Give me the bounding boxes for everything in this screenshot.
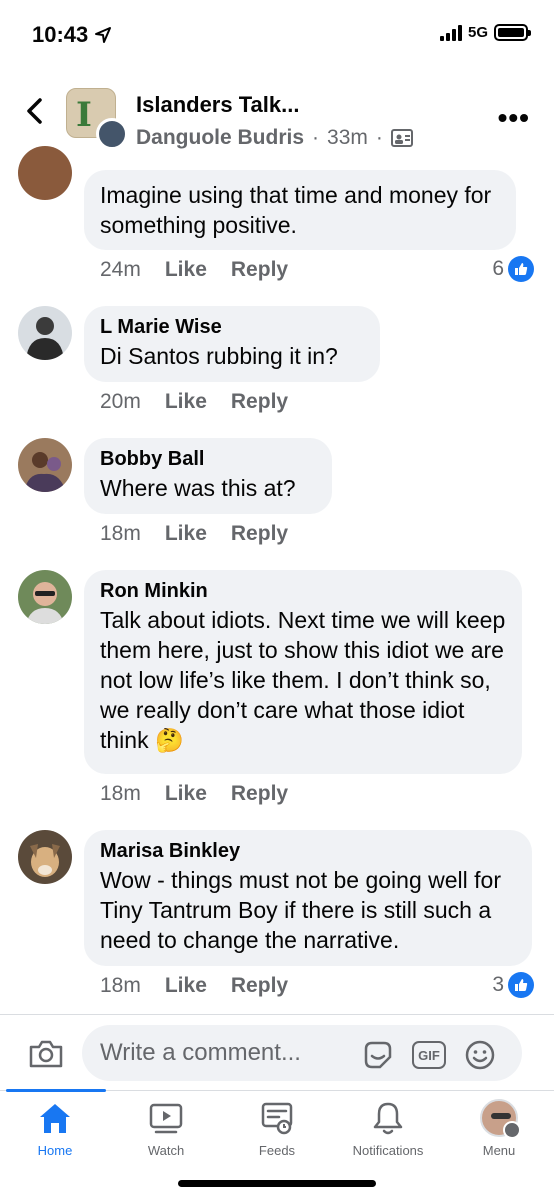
gif-button[interactable]: GIF — [412, 1041, 446, 1069]
like-button[interactable]: Like — [165, 522, 207, 546]
comment-actions: 20m Like Reply — [100, 390, 288, 414]
like-button[interactable]: Like — [165, 390, 207, 414]
comment-bubble: Imagine using that time and money for so… — [84, 170, 516, 250]
comment-age: 18m — [100, 974, 141, 997]
tab-label: Notifications — [352, 1143, 424, 1158]
status-bar: 10:43 5G — [0, 0, 554, 70]
commenter-name[interactable]: Ron Minkin — [100, 580, 506, 603]
menu-avatar-icon — [480, 1099, 521, 1139]
audience-icon — [390, 129, 413, 147]
thumbs-up-icon — [508, 256, 534, 282]
network-type: 5G — [467, 24, 488, 41]
tab-label: Home — [37, 1143, 73, 1158]
composer-icons: GIF — [362, 1039, 496, 1071]
location-arrow-icon — [95, 27, 112, 43]
comment-bubble: Ron Minkin Talk about idiots. Next time … — [84, 570, 522, 774]
comment-actions: 24m Like Reply — [100, 258, 288, 282]
comment-age: 20m — [100, 390, 141, 413]
comment-age: 18m — [100, 522, 141, 545]
reaction-count-text: 3 — [492, 973, 504, 996]
reply-button[interactable]: Reply — [231, 258, 288, 282]
commenter-avatar[interactable] — [18, 146, 72, 200]
tab-menu[interactable]: Menu — [444, 1099, 554, 1158]
reaction-count-text: 6 — [492, 257, 504, 280]
commenter-name[interactable]: L Marie Wise — [100, 316, 364, 339]
camera-icon[interactable] — [28, 1039, 64, 1069]
tab-notifications[interactable]: Notifications — [333, 1099, 443, 1158]
post-meta: Danguole Budris · 33m · — [136, 126, 413, 150]
tab-watch[interactable]: Watch — [111, 1099, 221, 1158]
reaction-count[interactable]: 6 — [492, 256, 534, 282]
tab-label: Menu — [482, 1143, 516, 1158]
commenter-avatar[interactable] — [18, 830, 72, 884]
author-name[interactable]: Danguole Budris — [136, 126, 304, 150]
post-age: 33m — [327, 126, 368, 149]
signal-icon — [439, 24, 462, 41]
comment-actions: 18m Like Reply — [100, 782, 288, 806]
reply-button[interactable]: Reply — [231, 782, 288, 806]
commenter-name[interactable]: Marisa Binkley — [100, 840, 516, 863]
comment-age: 24m — [100, 258, 141, 281]
emoji-icon[interactable] — [464, 1039, 496, 1071]
post-header: Islanders Talk... Danguole Budris · 33m … — [0, 78, 554, 168]
watch-icon — [149, 1103, 183, 1134]
group-title[interactable]: Islanders Talk... — [136, 92, 299, 118]
active-tab-indicator — [6, 1089, 106, 1092]
feeds-icon — [261, 1102, 293, 1135]
commenter-name[interactable]: Bobby Ball — [100, 448, 316, 471]
commenter-avatar[interactable] — [18, 306, 72, 360]
comment-bubble: Marisa Binkley Wow - things must not be … — [84, 830, 532, 966]
tab-label: Feeds — [258, 1143, 296, 1158]
status-indicators: 5G — [439, 24, 531, 41]
comment-age: 18m — [100, 782, 141, 805]
like-button[interactable]: Like — [165, 974, 207, 998]
reaction-count[interactable]: 3 — [492, 972, 534, 998]
tab-feeds[interactable]: Feeds — [222, 1099, 332, 1158]
comment-text: Where was this at? — [100, 475, 296, 501]
status-time: 10:43 — [32, 22, 112, 48]
reply-button[interactable]: Reply — [231, 522, 288, 546]
reply-button[interactable]: Reply — [231, 974, 288, 998]
comment-composer: GIF — [0, 1014, 554, 1090]
comment-text-wrap: Talk about idiots. Next time we will kee… — [100, 605, 506, 755]
back-icon[interactable] — [20, 96, 50, 126]
home-icon — [40, 1104, 70, 1133]
status-time-text: 10:43 — [32, 22, 89, 47]
like-button[interactable]: Like — [165, 782, 207, 806]
tab-home[interactable]: Home — [0, 1099, 110, 1158]
commenter-avatar[interactable] — [18, 438, 72, 492]
menu-badge-icon — [503, 1121, 521, 1139]
comment-actions: 18m Like Reply — [100, 522, 288, 546]
group-avatar[interactable] — [66, 88, 128, 150]
tab-label: Watch — [147, 1143, 185, 1158]
more-options-icon[interactable]: ••• — [498, 102, 530, 134]
commenter-avatar[interactable] — [18, 570, 72, 624]
comment-actions: 18m Like Reply — [100, 974, 288, 998]
comment-bubble: Bobby Ball Where was this at? — [84, 438, 332, 514]
meta-separator: · — [312, 126, 320, 149]
reply-button[interactable]: Reply — [231, 390, 288, 414]
battery-icon — [494, 24, 531, 41]
author-avatar — [96, 118, 128, 150]
comment-text: Wow - things must not be going well for … — [100, 867, 501, 953]
comment-bubble: L Marie Wise Di Santos rubbing it in? — [84, 306, 380, 382]
like-button[interactable]: Like — [165, 258, 207, 282]
thumbs-up-icon — [508, 972, 534, 998]
sticker-icon[interactable] — [362, 1039, 394, 1071]
bell-icon — [373, 1102, 403, 1135]
meta-separator-2: · — [375, 126, 383, 149]
comment-text: Imagine using that time and money for so… — [100, 182, 492, 238]
thinking-face-emoji: 🤔 — [154, 727, 184, 753]
comment-text: Di Santos rubbing it in? — [100, 343, 338, 369]
home-indicator — [178, 1180, 376, 1187]
